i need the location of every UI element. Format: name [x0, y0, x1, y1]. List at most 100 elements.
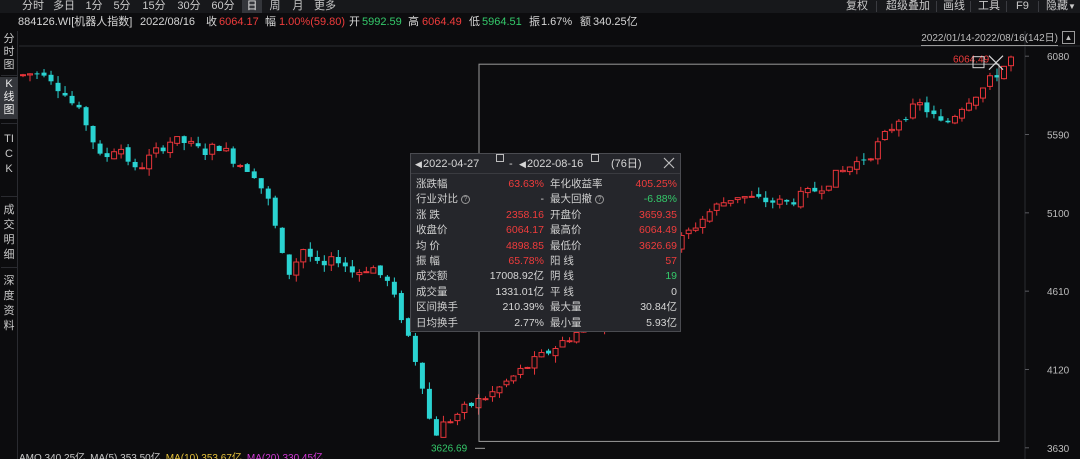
chevron-up-icon[interactable]: ▲	[1062, 31, 1075, 44]
tools-button[interactable]: 工具	[978, 0, 1000, 13]
tab-monthly[interactable]: 月	[288, 0, 308, 13]
indicator-value: MA(10) 353.67亿	[165, 453, 242, 459]
tab-weekly[interactable]: 周	[265, 0, 285, 13]
hide-button[interactable]: 隐藏	[1046, 0, 1068, 13]
sidenav-deep-data[interactable]: 深度资料	[0, 274, 18, 332]
candle-body-up	[146, 154, 153, 170]
amount-label: 额	[580, 16, 591, 28]
stat-value: 0	[671, 285, 677, 298]
candle-body-up	[363, 271, 370, 274]
candle-body-up	[454, 413, 461, 422]
candle-body-up	[699, 218, 706, 229]
y-tick-label: 3630	[1047, 444, 1070, 455]
start-date-field[interactable]: 2022-04-27	[423, 154, 479, 174]
y-tick-label: 6080	[1047, 52, 1070, 63]
stat-value: 17008.92亿	[489, 270, 544, 283]
candle-body-down	[433, 419, 439, 436]
candle-body-down	[286, 254, 292, 275]
candle-body-up	[916, 102, 923, 106]
candle-body-up	[965, 102, 972, 111]
date-range-label[interactable]: 2022/01/14-2022/08/16(142日)	[921, 33, 1058, 46]
selection-close-icon	[988, 55, 1004, 71]
stat-value: 57	[665, 255, 677, 267]
candle-body-up	[748, 195, 755, 198]
interval-days: (76日)	[611, 158, 642, 170]
tab-30min[interactable]: 30分	[174, 0, 204, 13]
candle-body-down	[377, 265, 383, 276]
tab-more[interactable]: 更多	[311, 0, 339, 13]
caret-left-icon[interactable]: ◀	[415, 154, 422, 174]
tab-5min[interactable]: 5分	[110, 0, 134, 13]
sidenav-trade-detail[interactable]: 成交明细	[0, 203, 18, 261]
candle-body-down	[945, 120, 951, 123]
stat-label: 收盘价	[416, 224, 448, 237]
candle-body-up	[370, 267, 377, 274]
candle-body-down	[314, 256, 320, 261]
interval-stats-popup: ◀ 2022-04-27 - ◀ 2022-08-16 (76日) 涨跌幅 63.…	[410, 153, 681, 332]
candle-body-down	[216, 145, 222, 151]
sidenav-intraday-chart[interactable]: 分时图	[0, 33, 18, 73]
sidenav-kline-chart[interactable]: K线图	[0, 77, 18, 119]
candle-body-down	[279, 227, 285, 253]
tab-1min[interactable]: 1分	[82, 0, 106, 13]
overlay-button[interactable]: 超级叠加	[886, 0, 930, 13]
candle-body-down	[391, 281, 397, 295]
period-toolbar: 分时 多日 1分 5分 15分 30分 60分 日 周 月 更多 复权 超级叠加…	[0, 0, 1080, 13]
candle-body-up	[496, 386, 503, 394]
draw-line-button[interactable]: 画线	[943, 0, 965, 13]
sidenav-label: K线图	[3, 78, 15, 116]
candle-body-down	[90, 125, 96, 143]
close-icon[interactable]	[662, 156, 676, 170]
indicator-value: MA(20) 330.45亿	[246, 453, 324, 459]
stat-label: 最低价	[550, 239, 582, 252]
stat-value: 65.78%	[508, 255, 544, 267]
open-value: 5992.59	[362, 16, 402, 28]
candle-body-down	[244, 164, 250, 172]
candle-body-up	[958, 108, 965, 119]
tab-intraday[interactable]: 分时	[19, 0, 47, 13]
candle-body-up	[300, 249, 307, 263]
y-tick-label: 4120	[1047, 365, 1070, 376]
adjust-button[interactable]: 复权	[846, 0, 868, 13]
candle-body-up	[503, 380, 510, 386]
tab-60min[interactable]: 60分	[208, 0, 238, 13]
popup-stat-row: 成交量 1331.01亿平 线 0	[411, 285, 680, 299]
candle-body-down	[272, 197, 278, 226]
candle-body-up	[475, 398, 482, 409]
candle-body-up	[20, 74, 26, 77]
high-label: 高	[408, 16, 419, 28]
f9-button[interactable]: F9	[1016, 0, 1029, 13]
stat-label: 日均换手	[416, 316, 458, 329]
candle-body-up	[174, 136, 181, 144]
help-icon[interactable]: ?	[595, 195, 604, 205]
candle-body-up	[804, 188, 811, 194]
stat-label: 年化收益率	[550, 178, 603, 190]
candle-body-down	[48, 74, 54, 82]
chevron-down-icon[interactable]: ▼	[1068, 0, 1076, 13]
sidenav-tick[interactable]: TICK	[0, 132, 18, 192]
candle-body-down	[398, 293, 404, 321]
nav-divider	[1, 196, 17, 197]
tab-multi-day[interactable]: 多日	[50, 0, 78, 13]
stat-label: 振 幅	[416, 255, 440, 267]
amplitude-value: 1.67%	[541, 16, 573, 28]
help-icon[interactable]: ?	[461, 195, 470, 205]
candle-body-up	[328, 256, 335, 266]
tab-daily[interactable]: 日	[242, 0, 262, 13]
quote-date: 2022/08/16	[140, 16, 196, 28]
caret-left-icon[interactable]: ◀	[519, 154, 526, 174]
toolbar-divider	[970, 1, 971, 12]
end-date-field[interactable]: 2022-08-16	[527, 154, 583, 174]
candle-body-up	[482, 398, 489, 401]
stat-value: 405.25%	[635, 178, 677, 190]
tab-15min[interactable]: 15分	[139, 0, 169, 13]
volume-indicator-row: AMO 340.25亿 MA(5) 353.50亿 MA(10) 353.67亿 MA…	[19, 452, 328, 459]
stat-value: 3659.35	[639, 208, 677, 221]
candle-body-up	[111, 151, 118, 160]
indicator-value: AMO 340.25亿	[19, 453, 86, 459]
candle-body-down	[763, 197, 769, 203]
candle-body-down	[202, 148, 208, 155]
candle-body-up	[524, 366, 531, 369]
date-separator: -	[509, 158, 513, 170]
candle-body-down	[903, 119, 909, 121]
